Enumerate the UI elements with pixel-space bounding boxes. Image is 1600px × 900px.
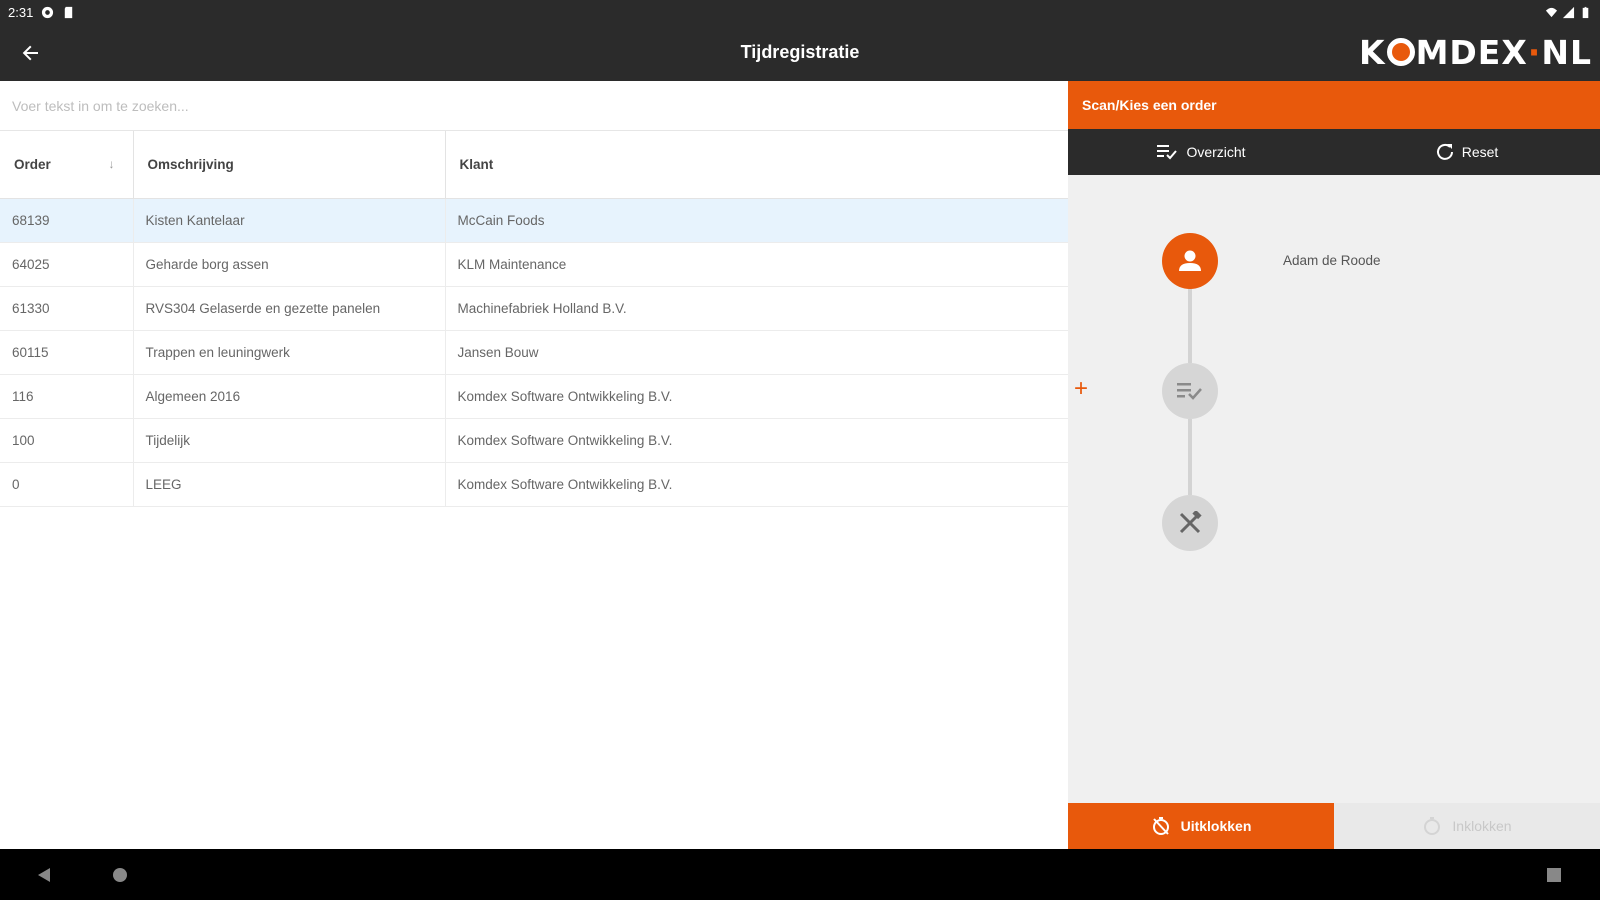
status-time: 2:31 bbox=[8, 4, 34, 20]
panel-toolbar: Overzicht Reset bbox=[1068, 129, 1600, 175]
cell-klant: McCain Foods bbox=[445, 198, 1068, 243]
cell-order: 61330 bbox=[0, 286, 134, 331]
reset-button[interactable]: Reset bbox=[1334, 129, 1600, 175]
triangle-back-icon bbox=[38, 868, 50, 882]
cell-omschrijving: RVS304 Gelaserde en gezette panelen bbox=[133, 286, 446, 331]
tools-icon bbox=[1179, 511, 1202, 534]
table-row[interactable]: 64025 Geharde borg assen KLM Maintenance bbox=[0, 242, 1068, 287]
table-row[interactable]: 116 Algemeen 2016 Komdex Software Ontwik… bbox=[0, 374, 1068, 419]
overview-label: Overzicht bbox=[1186, 144, 1246, 160]
table-row[interactable]: 61330 RVS304 Gelaserde en gezette panele… bbox=[0, 286, 1068, 331]
arrow-left-icon bbox=[22, 45, 38, 60]
column-header-klant[interactable]: Klant bbox=[445, 131, 1068, 199]
person-icon bbox=[1179, 250, 1201, 271]
column-header-order[interactable]: Order ↓ bbox=[0, 131, 134, 199]
cell-klant: Komdex Software Ontwikkeling B.V. bbox=[445, 418, 1068, 463]
sort-icon: ↓ bbox=[108, 156, 115, 171]
app-bar: Tijdregistratie K MDEX · NL bbox=[0, 24, 1600, 81]
komdex-logo: K MDEX · NL bbox=[1359, 32, 1592, 72]
clock-actions: Uitklokken Inklokken bbox=[1068, 803, 1600, 849]
registration-flow: Adam de Roode + bbox=[1068, 175, 1600, 803]
status-bar: 2:31 bbox=[0, 0, 1600, 24]
cell-klant: Komdex Software Ontwikkeling B.V. bbox=[445, 462, 1068, 507]
refresh-icon bbox=[1436, 143, 1453, 160]
wifi-icon bbox=[1545, 7, 1558, 17]
nav-home-button[interactable] bbox=[112, 867, 128, 883]
activity-step-node[interactable] bbox=[1162, 495, 1218, 551]
list-check-icon bbox=[1157, 145, 1178, 160]
cell-order: 100 bbox=[0, 418, 134, 463]
clock-in-label: Inklokken bbox=[1452, 818, 1512, 834]
list-check-icon bbox=[1177, 383, 1202, 400]
settings-circle-icon bbox=[42, 6, 54, 18]
sd-card-icon bbox=[65, 6, 73, 18]
scan-order-header: Scan/Kies een order bbox=[1068, 81, 1600, 129]
cell-order: 116 bbox=[0, 374, 134, 419]
cell-order: 60115 bbox=[0, 330, 134, 375]
timer-icon bbox=[1424, 817, 1441, 835]
battery-icon bbox=[1582, 6, 1589, 18]
cell-omschrijving: LEEG bbox=[133, 462, 446, 507]
timer-off-icon bbox=[1152, 817, 1169, 835]
cell-klant: Machinefabriek Holland B.V. bbox=[445, 286, 1068, 331]
add-button[interactable]: + bbox=[1074, 377, 1088, 401]
user-name: Adam de Roode bbox=[1283, 253, 1381, 268]
cell-klant: KLM Maintenance bbox=[445, 242, 1068, 287]
clock-in-button[interactable]: Inklokken bbox=[1334, 803, 1600, 849]
overview-button[interactable]: Overzicht bbox=[1068, 129, 1334, 175]
cell-omschrijving: Algemeen 2016 bbox=[133, 374, 446, 419]
flow-connector bbox=[1188, 287, 1192, 363]
cell-order: 64025 bbox=[0, 242, 134, 287]
search-box bbox=[0, 81, 1068, 131]
cell-omschrijving: Geharde borg assen bbox=[133, 242, 446, 287]
circle-home-icon bbox=[113, 868, 127, 882]
system-nav-bar bbox=[0, 849, 1600, 900]
cell-omschrijving: Kisten Kantelaar bbox=[133, 198, 446, 243]
cell-omschrijving: Tijdelijk bbox=[133, 418, 446, 463]
table-row[interactable]: 60115 Trappen en leuningwerk Jansen Bouw bbox=[0, 330, 1068, 375]
back-button[interactable] bbox=[0, 24, 62, 81]
cell-klant: Jansen Bouw bbox=[445, 330, 1068, 375]
flow-connector bbox=[1188, 419, 1192, 495]
nav-back-button[interactable] bbox=[36, 867, 52, 883]
column-header-omschrijving[interactable]: Omschrijving bbox=[133, 131, 446, 199]
search-input[interactable] bbox=[12, 97, 1068, 114]
nav-recents-button[interactable] bbox=[1546, 867, 1562, 883]
cell-order: 0 bbox=[0, 462, 134, 507]
order-list-pane: Order ↓ Omschrijving Klant 68139 Kisten … bbox=[0, 81, 1068, 849]
table-header-row: Order ↓ Omschrijving Klant bbox=[0, 131, 1068, 199]
square-recents-icon bbox=[1547, 868, 1561, 882]
order-step-node[interactable] bbox=[1162, 363, 1218, 419]
table-row[interactable]: 0 LEEG Komdex Software Ontwikkeling B.V. bbox=[0, 462, 1068, 507]
table-row[interactable]: 100 Tijdelijk Komdex Software Ontwikkeli… bbox=[0, 418, 1068, 463]
cell-klant: Komdex Software Ontwikkeling B.V. bbox=[445, 374, 1068, 419]
registration-panel: Scan/Kies een order Overzicht Reset Adam… bbox=[1068, 81, 1600, 849]
clock-out-label: Uitklokken bbox=[1180, 818, 1252, 834]
cell-omschrijving: Trappen en leuningwerk bbox=[133, 330, 446, 375]
user-step-node[interactable] bbox=[1162, 233, 1218, 289]
clock-out-button[interactable]: Uitklokken bbox=[1068, 803, 1334, 849]
order-table: Order ↓ Omschrijving Klant 68139 Kisten … bbox=[0, 131, 1068, 507]
reset-label: Reset bbox=[1461, 144, 1499, 160]
table-row[interactable]: 68139 Kisten Kantelaar McCain Foods bbox=[0, 198, 1068, 243]
signal-icon bbox=[1562, 6, 1575, 18]
cell-order: 68139 bbox=[0, 198, 134, 243]
